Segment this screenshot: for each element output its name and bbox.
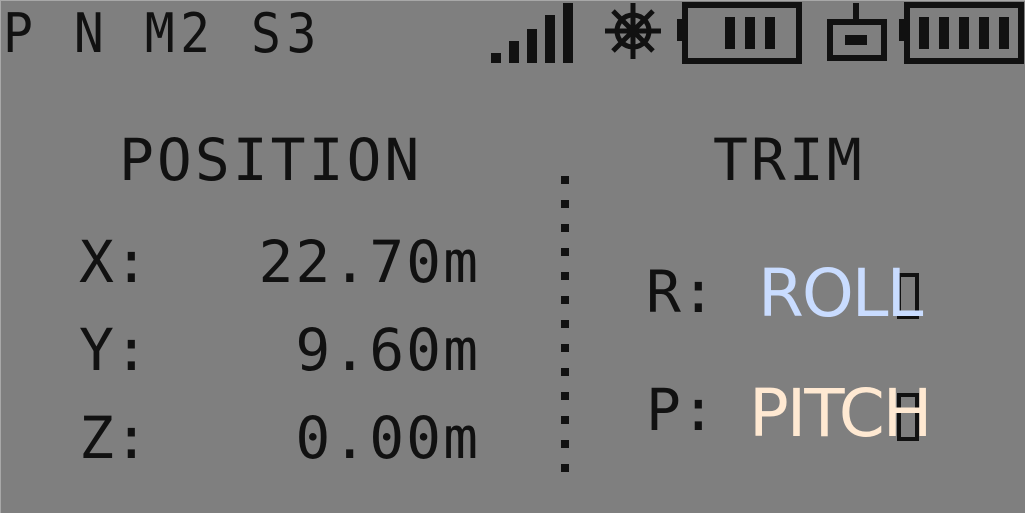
position-x-label: X: (79, 228, 149, 296)
position-y-label: Y: (79, 316, 149, 384)
signal-icon (491, 3, 573, 63)
position-y-value: 9.60m (295, 316, 480, 384)
trim-pitch-label: P: (646, 376, 716, 444)
section-divider (561, 176, 569, 472)
gps-icon (605, 3, 661, 59)
trim-roll-label: R: (646, 258, 716, 326)
drone-battery-icon (899, 2, 1024, 64)
position-title: POSITION (119, 126, 423, 194)
position-z-label: Z: (79, 404, 149, 472)
pitch-overlay-label: PITCH (749, 375, 932, 452)
position-x-value: 22.70m (258, 228, 480, 296)
position-z-value: 0.00m (295, 404, 480, 472)
trim-title: TRIM (713, 126, 865, 194)
status-icons (491, 2, 1024, 64)
lcd-screen: P N M2 S3 POSITION TRIM X: 22.70m Y: 9.6… (0, 0, 1025, 513)
transmitter-battery-icon (677, 2, 802, 64)
roll-overlay-label: ROLL (758, 255, 923, 332)
drone-icon (827, 3, 887, 61)
